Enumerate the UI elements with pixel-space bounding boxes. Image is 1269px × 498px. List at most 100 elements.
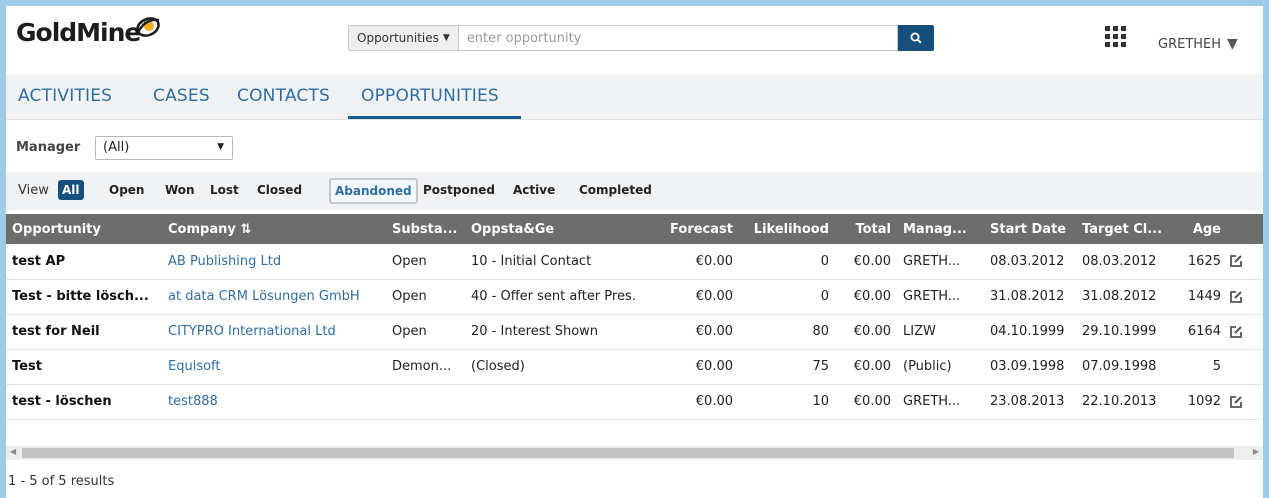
column-header-company[interactable]: Company ⇅ bbox=[162, 214, 386, 244]
search-bar: Opportunities ▼ bbox=[348, 25, 934, 51]
company-link[interactable]: at data CRM Lösungen GmbH bbox=[168, 289, 360, 304]
column-header-target-close[interactable]: Target Cl... bbox=[1076, 214, 1172, 244]
manager-select[interactable]: (All) ▼ bbox=[95, 136, 233, 160]
scroll-left-icon[interactable]: ◀ bbox=[10, 447, 16, 456]
top-header: GoldMine® Opportunities ▼ bbox=[6, 6, 1263, 74]
cell-target-close: 08.03.2012 bbox=[1076, 244, 1172, 280]
column-header-total[interactable]: Total bbox=[835, 214, 897, 244]
cell-start-date: 31.08.2012 bbox=[984, 279, 1076, 315]
cell-actions bbox=[1227, 314, 1263, 350]
cell-actions bbox=[1227, 279, 1263, 315]
column-header-opportunity[interactable]: Opportunity bbox=[6, 214, 162, 244]
column-header-manager[interactable]: Manag... bbox=[897, 214, 984, 244]
cell-likelihood: 0 bbox=[739, 244, 835, 280]
cell-stage: 20 - Interest Shown bbox=[465, 314, 659, 350]
edit-icon[interactable] bbox=[1229, 395, 1243, 409]
cell-company: AB Publishing Ltd bbox=[162, 244, 386, 280]
filter-all[interactable]: All bbox=[58, 180, 84, 200]
table-header-row: Opportunity Company ⇅ Substa... Oppsta&G… bbox=[6, 214, 1263, 244]
cell-company: Equisoft bbox=[162, 349, 386, 385]
user-menu[interactable]: GRETHEH ▼ bbox=[1158, 36, 1238, 52]
cell-age: 1625 bbox=[1172, 244, 1227, 280]
filter-abandoned[interactable]: Abandoned bbox=[329, 178, 418, 204]
table-row[interactable]: test AP AB Publishing Ltd Open 10 - Initial… bbox=[6, 244, 1263, 280]
cell-likelihood: 80 bbox=[739, 314, 835, 350]
cell-manager: GRETH... bbox=[897, 244, 984, 280]
filter-active[interactable]: Active bbox=[513, 183, 555, 197]
cell-total: €0.00 bbox=[835, 244, 897, 280]
main-nav: ACTIVITIES CASES CONTACTS OPPORTUNITIES bbox=[6, 74, 1263, 120]
cell-start-date: 08.03.2012 bbox=[984, 244, 1076, 280]
cell-age: 5 bbox=[1172, 349, 1227, 385]
search-icon bbox=[910, 32, 922, 44]
cell-total: €0.00 bbox=[835, 349, 897, 385]
table-row[interactable]: test - löschen test888 €0.00 10 €0.00 GRETH..… bbox=[6, 384, 1263, 420]
cell-likelihood: 75 bbox=[739, 349, 835, 385]
column-header-forecast[interactable]: Forecast bbox=[659, 214, 739, 244]
cell-company: test888 bbox=[162, 384, 386, 420]
scrollbar-thumb[interactable] bbox=[22, 448, 1234, 458]
cell-stage bbox=[465, 384, 659, 420]
column-header-likelihood[interactable]: Likelihood bbox=[739, 214, 835, 244]
column-header-substage[interactable]: Substa... bbox=[386, 214, 465, 244]
tab-activities[interactable]: ACTIVITIES bbox=[18, 86, 112, 106]
tab-cases[interactable]: CASES bbox=[153, 86, 210, 106]
tab-opportunities[interactable]: OPPORTUNITIES bbox=[361, 86, 499, 106]
cell-total: €0.00 bbox=[835, 384, 897, 420]
logo-swirl-icon bbox=[135, 17, 160, 37]
cell-manager: GRETH... bbox=[897, 384, 984, 420]
cell-substage bbox=[386, 384, 465, 420]
filter-lost[interactable]: Lost bbox=[210, 183, 239, 197]
table-row[interactable]: test for Neil CITYPRO International Ltd Op… bbox=[6, 314, 1263, 350]
search-scope-select[interactable]: Opportunities ▼ bbox=[348, 25, 458, 51]
cell-substage: Demon... bbox=[386, 349, 465, 385]
app-window: GoldMine® Opportunities ▼ bbox=[6, 6, 1263, 498]
view-filter-bar: View All Open Won Lost Closed Abandoned … bbox=[6, 172, 1263, 210]
username: GRETHEH bbox=[1158, 37, 1222, 52]
cell-forecast: €0.00 bbox=[659, 349, 739, 385]
edit-icon[interactable] bbox=[1229, 325, 1243, 339]
edit-icon[interactable] bbox=[1229, 290, 1243, 304]
cell-forecast: €0.00 bbox=[659, 244, 739, 280]
app-grid-icon[interactable] bbox=[1105, 26, 1126, 47]
filter-won[interactable]: Won bbox=[165, 183, 195, 197]
search-button[interactable] bbox=[897, 25, 934, 51]
sort-icon[interactable]: ⇅ bbox=[240, 222, 251, 237]
filter-closed[interactable]: Closed bbox=[257, 183, 302, 197]
cell-age: 6164 bbox=[1172, 314, 1227, 350]
manager-label: Manager bbox=[16, 140, 81, 155]
cell-company: CITYPRO International Ltd bbox=[162, 314, 386, 350]
logo-text: GoldMine bbox=[16, 18, 141, 47]
column-header-start-date[interactable]: Start Date bbox=[984, 214, 1076, 244]
active-tab-indicator bbox=[348, 116, 521, 119]
manager-selected-value: (All) bbox=[103, 140, 130, 155]
company-link[interactable]: Equisoft bbox=[168, 359, 221, 374]
caret-down-icon: ▼ bbox=[442, 33, 450, 43]
tab-contacts[interactable]: CONTACTS bbox=[237, 86, 330, 106]
cell-age: 1449 bbox=[1172, 279, 1227, 315]
cell-manager: LIZW bbox=[897, 314, 984, 350]
company-link[interactable]: AB Publishing Ltd bbox=[168, 254, 281, 269]
search-input[interactable] bbox=[457, 25, 898, 51]
column-header-stage[interactable]: Oppsta&Ge bbox=[465, 214, 659, 244]
company-link[interactable]: CITYPRO International Ltd bbox=[168, 324, 336, 339]
scroll-right-icon[interactable]: ▶ bbox=[1253, 447, 1259, 456]
filter-postponed[interactable]: Postponed bbox=[423, 183, 495, 197]
company-link[interactable]: test888 bbox=[168, 394, 218, 409]
filter-completed[interactable]: Completed bbox=[579, 183, 652, 197]
cell-forecast: €0.00 bbox=[659, 314, 739, 350]
cell-forecast: €0.00 bbox=[659, 384, 739, 420]
table-row[interactable]: Test - bitte lösch... at data CRM Lösunge… bbox=[6, 279, 1263, 315]
cell-manager: GRETH... bbox=[897, 279, 984, 315]
cell-target-close: 29.10.1999 bbox=[1076, 314, 1172, 350]
goldmine-logo[interactable]: GoldMine® bbox=[16, 18, 150, 47]
column-header-age[interactable]: Age bbox=[1172, 214, 1227, 244]
cell-stage: (Closed) bbox=[465, 349, 659, 385]
cell-target-close: 31.08.2012 bbox=[1076, 279, 1172, 315]
cell-target-close: 07.09.1998 bbox=[1076, 349, 1172, 385]
horizontal-scrollbar[interactable]: ◀ ▶ bbox=[6, 446, 1263, 460]
cell-start-date: 23.08.2013 bbox=[984, 384, 1076, 420]
edit-icon[interactable] bbox=[1229, 254, 1243, 268]
filter-open[interactable]: Open bbox=[109, 183, 144, 197]
table-row[interactable]: Test Equisoft Demon... (Closed) €0.00 75 €0.00… bbox=[6, 349, 1263, 385]
